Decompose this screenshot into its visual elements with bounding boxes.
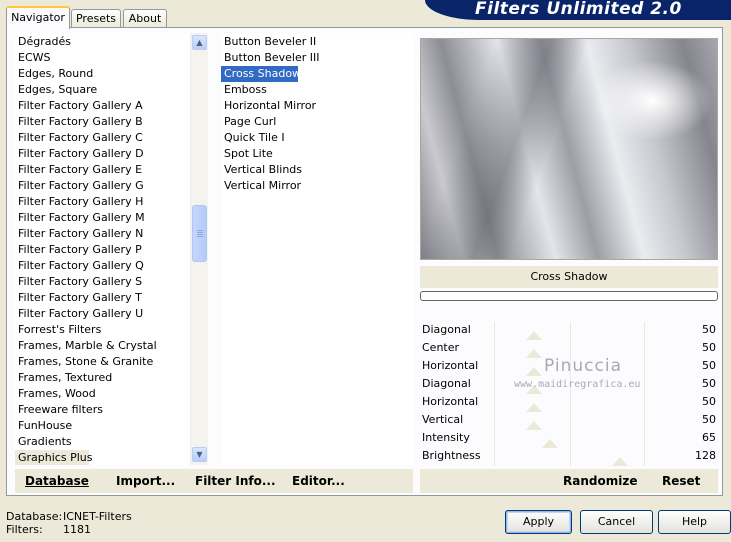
param-slider[interactable]: Horizontal 50 [420,394,718,412]
filter-list[interactable]: Button Beveler II Button Beveler III Cross… [221,33,413,465]
param-slider[interactable]: Brightness 128 [420,448,718,466]
category-item[interactable]: Filter Factory Gallery N [15,226,143,242]
app-title: Filters Unlimited 2.0 [475,0,682,19]
filter-name-label: Cross Shadow [420,266,718,288]
tab-presets[interactable]: Presets [71,9,121,28]
param-slider[interactable]: Intensity 65 [420,430,718,448]
category-item[interactable]: Freeware filters [15,402,103,418]
category-item[interactable]: Filter Factory Gallery D [15,146,144,162]
param-label: Vertical [422,413,464,426]
param-label: Intensity [422,431,470,444]
param-label: Center [422,341,460,354]
filter-item[interactable]: Quick Tile I [221,130,285,146]
param-label: Brightness [422,449,481,462]
category-item[interactable]: Frames, Marble & Crystal [15,338,157,354]
category-scrollbar[interactable]: ▲ ▼ [190,33,208,465]
watermark-name: Pinuccia [544,356,622,376]
slider-thumb[interactable] [525,349,542,358]
filter-item[interactable]: Button Beveler II [221,34,316,50]
filter-item[interactable]: Spot Lite [221,146,273,162]
param-value: 65 [702,431,716,444]
help-button[interactable]: Help [658,510,731,534]
category-item[interactable]: Graphics Plus [15,450,92,465]
import-button[interactable]: Import... [116,469,175,493]
category-item[interactable]: Filter Factory Gallery E [15,162,142,178]
category-item[interactable]: Frames, Stone & Granite [15,354,153,370]
param-value: 50 [702,395,716,408]
category-item[interactable]: Filter Factory Gallery T [15,290,142,306]
category-item[interactable]: Filter Factory Gallery P [15,242,142,258]
slider-thumb[interactable] [525,331,542,340]
category-item[interactable]: ECWS [15,50,51,66]
category-item[interactable]: Filter Factory Gallery S [15,274,142,290]
category-item[interactable]: FunHouse [15,418,72,434]
preview-image [420,38,718,260]
category-item[interactable]: Filter Factory Gallery U [15,306,143,322]
category-item[interactable]: Filter Factory Gallery C [15,130,143,146]
category-item[interactable]: Filter Factory Gallery B [15,114,143,130]
slider-track[interactable] [420,412,718,430]
category-item[interactable]: Filter Factory Gallery H [15,194,143,210]
filter-item[interactable]: Horizontal Mirror [221,98,316,114]
scroll-up-button[interactable]: ▲ [192,35,207,50]
param-value: 50 [702,323,716,336]
param-label: Diagonal [422,323,471,336]
category-item[interactable]: Filter Factory Gallery Q [15,258,144,274]
category-item[interactable]: Filter Factory Gallery G [15,178,144,194]
apply-button[interactable]: Apply [505,510,572,534]
tab-about[interactable]: About [123,9,167,28]
param-value: 128 [695,449,716,462]
category-list[interactable]: Dégradés ECWS Edges, Round Edges, Square Fil… [15,33,190,465]
watermark-site: www.maidiregrafica.eu [514,379,641,390]
database-status-value: ICNET-Filters [63,510,132,523]
param-label: Diagonal [422,377,471,390]
scroll-thumb[interactable] [192,205,207,262]
param-label: Horizontal [422,395,479,408]
tab-navigator[interactable]: Navigator [6,6,70,29]
database-button[interactable]: Database [25,469,89,493]
param-value: 50 [702,359,716,372]
filter-item[interactable]: Cross Shadow [221,66,301,82]
category-item[interactable]: Edges, Square [15,82,97,98]
slider-thumb[interactable] [542,439,559,448]
filter-item[interactable]: Button Beveler III [221,50,320,66]
param-value: 50 [702,413,716,426]
category-item[interactable]: Edges, Round [15,66,93,82]
category-item[interactable]: Frames, Textured [15,370,112,386]
param-value: 50 [702,377,716,390]
right-toolbar: Randomize Reset [420,469,718,493]
database-status-label: Database: [6,510,63,523]
filter-item[interactable]: Vertical Blinds [221,162,302,178]
category-item[interactable]: Filter Factory Gallery A [15,98,143,114]
filter-item[interactable]: Vertical Mirror [221,178,301,194]
param-value: 50 [702,341,716,354]
reset-button[interactable]: Reset [662,469,700,493]
filters-count-value: 1181 [63,523,91,536]
filter-info-button[interactable]: Filter Info... [195,469,276,493]
category-item[interactable]: Dégradés [15,34,71,50]
filter-item[interactable]: Page Curl [221,114,276,130]
progress-bar [420,291,718,301]
slider-thumb[interactable] [525,367,542,376]
category-item[interactable]: Frames, Wood [15,386,96,402]
slider-thumb[interactable] [525,421,542,430]
scroll-down-button[interactable]: ▼ [192,447,207,462]
editor-button[interactable]: Editor... [292,469,345,493]
category-item[interactable]: Forrest's Filters [15,322,101,338]
cancel-button[interactable]: Cancel [580,510,653,534]
param-label: Horizontal [422,359,479,372]
randomize-button[interactable]: Randomize [563,469,637,493]
filter-item[interactable]: Emboss [221,82,267,98]
category-item[interactable]: Filter Factory Gallery M [15,210,145,226]
param-slider[interactable]: Diagonal 50 [420,322,718,340]
category-item[interactable]: Gradients [15,434,72,450]
slider-thumb[interactable] [612,457,629,466]
filters-count-label: Filters: [6,523,43,536]
left-toolbar: Database Import... Filter Info... Editor… [15,469,413,493]
param-slider[interactable]: Vertical 50 [420,412,718,430]
slider-thumb[interactable] [525,403,542,412]
